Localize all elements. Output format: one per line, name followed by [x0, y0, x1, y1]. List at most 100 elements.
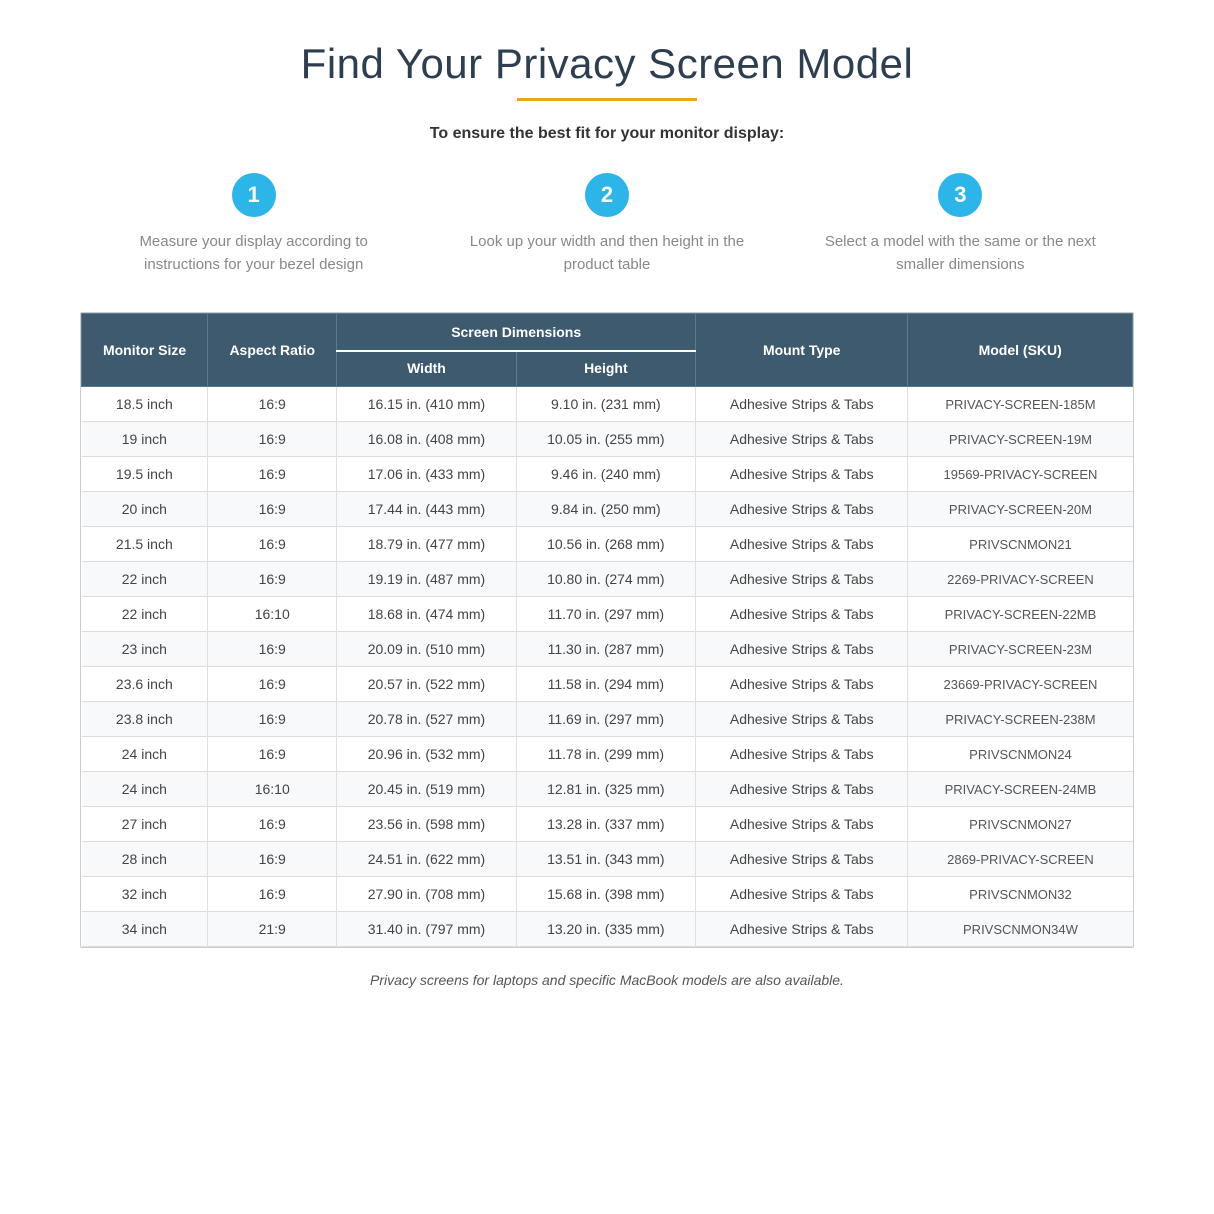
table-cell: Adhesive Strips & Tabs — [696, 457, 908, 492]
col-header-model-sku: Model (SKU) — [908, 314, 1133, 387]
table-cell: Adhesive Strips & Tabs — [696, 387, 908, 422]
table-cell: PRIVSCNMON34W — [908, 912, 1133, 947]
col-header-height: Height — [516, 351, 695, 387]
table-cell: 16:9 — [208, 632, 337, 667]
table-cell: PRIVACY-SCREEN-23M — [908, 632, 1133, 667]
table-row: 22 inch16:919.19 in. (487 mm)10.80 in. (… — [82, 562, 1133, 597]
step-1-text: Measure your display according to instru… — [107, 231, 400, 276]
step-2-circle: 2 — [585, 173, 629, 217]
table-cell: 23 inch — [82, 632, 208, 667]
table-cell: 16:9 — [208, 667, 337, 702]
step-2: 2 Look up your width and then height in … — [460, 173, 753, 276]
table-cell: 16:9 — [208, 527, 337, 562]
table-row: 24 inch16:1020.45 in. (519 mm)12.81 in. … — [82, 772, 1133, 807]
title-divider — [517, 98, 697, 101]
table-cell: 21:9 — [208, 912, 337, 947]
table-cell: 19.19 in. (487 mm) — [337, 562, 516, 597]
product-table-wrapper: Monitor Size Aspect Ratio Screen Dimensi… — [80, 312, 1134, 948]
table-cell: Adhesive Strips & Tabs — [696, 702, 908, 737]
step-3-circle: 3 — [938, 173, 982, 217]
table-cell: 28 inch — [82, 842, 208, 877]
table-cell: 23.8 inch — [82, 702, 208, 737]
table-cell: 21.5 inch — [82, 527, 208, 562]
table-row: 23 inch16:920.09 in. (510 mm)11.30 in. (… — [82, 632, 1133, 667]
table-cell: 16:9 — [208, 702, 337, 737]
table-cell: 16:9 — [208, 807, 337, 842]
table-cell: Adhesive Strips & Tabs — [696, 492, 908, 527]
table-cell: 23669-PRIVACY-SCREEN — [908, 667, 1133, 702]
table-cell: 2269-PRIVACY-SCREEN — [908, 562, 1133, 597]
table-cell: 16:9 — [208, 492, 337, 527]
table-cell: PRIVACY-SCREEN-20M — [908, 492, 1133, 527]
table-cell: 2869-PRIVACY-SCREEN — [908, 842, 1133, 877]
col-header-mount-type: Mount Type — [696, 314, 908, 387]
table-cell: PRIVACY-SCREEN-24MB — [908, 772, 1133, 807]
table-cell: PRIVACY-SCREEN-22MB — [908, 597, 1133, 632]
table-cell: 19 inch — [82, 422, 208, 457]
table-cell: 11.58 in. (294 mm) — [516, 667, 695, 702]
table-cell: 24 inch — [82, 737, 208, 772]
table-cell: 16:9 — [208, 422, 337, 457]
table-row: 21.5 inch16:918.79 in. (477 mm)10.56 in.… — [82, 527, 1133, 562]
subtitle: To ensure the best fit for your monitor … — [430, 125, 784, 143]
table-cell: 12.81 in. (325 mm) — [516, 772, 695, 807]
table-cell: 18.5 inch — [82, 387, 208, 422]
step-2-text: Look up your width and then height in th… — [460, 231, 753, 276]
table-cell: 10.05 in. (255 mm) — [516, 422, 695, 457]
table-row: 28 inch16:924.51 in. (622 mm)13.51 in. (… — [82, 842, 1133, 877]
table-cell: 16:9 — [208, 562, 337, 597]
table-cell: 16:9 — [208, 457, 337, 492]
table-row: 22 inch16:1018.68 in. (474 mm)11.70 in. … — [82, 597, 1133, 632]
table-row: 18.5 inch16:916.15 in. (410 mm)9.10 in. … — [82, 387, 1133, 422]
table-cell: 16:9 — [208, 737, 337, 772]
table-cell: Adhesive Strips & Tabs — [696, 667, 908, 702]
table-cell: 16:10 — [208, 772, 337, 807]
table-cell: PRIVSCNMON32 — [908, 877, 1133, 912]
table-cell: Adhesive Strips & Tabs — [696, 597, 908, 632]
step-3: 3 Select a model with the same or the ne… — [814, 173, 1107, 276]
col-header-screen-dimensions: Screen Dimensions — [337, 314, 696, 352]
product-table: Monitor Size Aspect Ratio Screen Dimensi… — [81, 313, 1133, 947]
col-header-monitor-size: Monitor Size — [82, 314, 208, 387]
table-cell: 19.5 inch — [82, 457, 208, 492]
table-cell: PRIVSCNMON27 — [908, 807, 1133, 842]
table-cell: 15.68 in. (398 mm) — [516, 877, 695, 912]
table-cell: Adhesive Strips & Tabs — [696, 772, 908, 807]
table-row: 23.6 inch16:920.57 in. (522 mm)11.58 in.… — [82, 667, 1133, 702]
table-cell: 11.69 in. (297 mm) — [516, 702, 695, 737]
table-cell: Adhesive Strips & Tabs — [696, 807, 908, 842]
table-cell: 34 inch — [82, 912, 208, 947]
table-cell: 13.20 in. (335 mm) — [516, 912, 695, 947]
table-row: 19 inch16:916.08 in. (408 mm)10.05 in. (… — [82, 422, 1133, 457]
table-cell: 31.40 in. (797 mm) — [337, 912, 516, 947]
table-cell: 20.57 in. (522 mm) — [337, 667, 516, 702]
table-cell: 27.90 in. (708 mm) — [337, 877, 516, 912]
table-cell: 24 inch — [82, 772, 208, 807]
table-cell: 18.79 in. (477 mm) — [337, 527, 516, 562]
table-cell: 11.70 in. (297 mm) — [516, 597, 695, 632]
table-cell: Adhesive Strips & Tabs — [696, 842, 908, 877]
table-cell: 9.46 in. (240 mm) — [516, 457, 695, 492]
table-cell: 13.51 in. (343 mm) — [516, 842, 695, 877]
table-cell: 22 inch — [82, 562, 208, 597]
table-cell: 20 inch — [82, 492, 208, 527]
table-cell: 19569-PRIVACY-SCREEN — [908, 457, 1133, 492]
page-title: Find Your Privacy Screen Model — [301, 40, 914, 88]
table-row: 34 inch21:931.40 in. (797 mm)13.20 in. (… — [82, 912, 1133, 947]
table-cell: 18.68 in. (474 mm) — [337, 597, 516, 632]
table-cell: 9.10 in. (231 mm) — [516, 387, 695, 422]
step-1-circle: 1 — [232, 173, 276, 217]
col-header-width: Width — [337, 351, 516, 387]
footer-note: Privacy screens for laptops and specific… — [370, 972, 844, 988]
table-cell: 17.06 in. (433 mm) — [337, 457, 516, 492]
table-row: 20 inch16:917.44 in. (443 mm)9.84 in. (2… — [82, 492, 1133, 527]
table-cell: PRIVACY-SCREEN-238M — [908, 702, 1133, 737]
table-cell: 11.78 in. (299 mm) — [516, 737, 695, 772]
table-row: 24 inch16:920.96 in. (532 mm)11.78 in. (… — [82, 737, 1133, 772]
table-cell: 16:9 — [208, 842, 337, 877]
table-cell: 13.28 in. (337 mm) — [516, 807, 695, 842]
table-cell: Adhesive Strips & Tabs — [696, 527, 908, 562]
table-cell: PRIVSCNMON24 — [908, 737, 1133, 772]
col-header-aspect-ratio: Aspect Ratio — [208, 314, 337, 387]
table-cell: Adhesive Strips & Tabs — [696, 877, 908, 912]
